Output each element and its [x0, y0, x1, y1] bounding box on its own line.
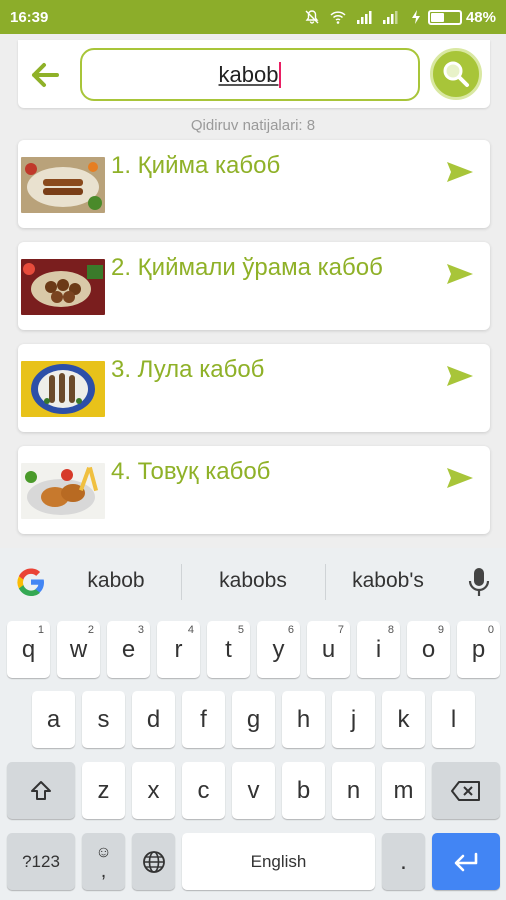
globe-icon	[142, 850, 165, 873]
battery-icon	[427, 9, 462, 25]
key-s[interactable]: s	[82, 691, 125, 748]
shift-key[interactable]	[7, 762, 75, 819]
google-icon[interactable]	[14, 565, 48, 599]
result-item[interactable]: 2. Қиймали ўрама кабоб	[18, 242, 490, 330]
signal-icon	[356, 11, 372, 24]
search-button[interactable]	[430, 48, 482, 100]
text-cursor	[279, 61, 282, 88]
key-a[interactable]: a	[32, 691, 75, 748]
suggestion-divider	[325, 564, 326, 600]
results-count-label: Qidiruv natijalari: 8	[190, 117, 316, 134]
suggestion-word[interactable]: kabob's	[336, 569, 440, 593]
key-u[interactable]: 7u	[307, 621, 350, 678]
emoji-comma-key[interactable]: ☺ ,	[82, 833, 125, 890]
suggestion-word[interactable]: kabob	[64, 569, 168, 593]
key-z[interactable]: z	[82, 762, 125, 819]
recipe-thumbnail	[21, 157, 105, 213]
key-l[interactable]: l	[432, 691, 475, 748]
battery-indicator: 48%	[408, 9, 496, 26]
emoji-icon: ☺	[95, 843, 112, 861]
result-item[interactable]: 4. Товуқ кабоб	[18, 446, 490, 534]
result-item[interactable]: 3. Лула кабоб	[18, 344, 490, 432]
search-query-text: kabob	[218, 61, 279, 87]
key-f[interactable]: f	[182, 691, 225, 748]
send-arrow-icon	[447, 468, 473, 488]
key-m[interactable]: m	[382, 762, 425, 819]
wifi-icon	[330, 11, 346, 24]
key-h[interactable]: h	[282, 691, 325, 748]
key-y[interactable]: 6y	[257, 621, 300, 678]
result-item[interactable]: 1. Қийма кабоб	[18, 140, 490, 228]
key-r[interactable]: 4r	[157, 621, 200, 678]
key-n[interactable]: n	[332, 762, 375, 819]
suggestion-strip: kabob kabobs kabob's	[0, 548, 506, 616]
recipe-thumbnail	[21, 259, 105, 315]
status-time: 16:39	[10, 8, 49, 26]
microphone-icon[interactable]	[468, 566, 490, 598]
send-arrow-icon	[447, 366, 473, 386]
soft-keyboard: kabob kabobs kabob's 1q 2w 3e 4r 5t 6y 7…	[0, 548, 506, 900]
key-v[interactable]: v	[232, 762, 275, 819]
symbols-key[interactable]: ?123	[7, 833, 75, 890]
backspace-key[interactable]	[432, 762, 500, 819]
key-o[interactable]: 9o	[407, 621, 450, 678]
key-x[interactable]: x	[132, 762, 175, 819]
key-b[interactable]: b	[282, 762, 325, 819]
key-i[interactable]: 8i	[357, 621, 400, 678]
back-arrow-icon	[32, 63, 59, 87]
charging-icon	[411, 10, 420, 24]
key-w[interactable]: 2w	[57, 621, 100, 678]
result-title: 3. Лула кабоб	[111, 356, 265, 383]
search-header: kabob	[18, 40, 490, 108]
send-arrow-icon	[447, 162, 473, 182]
suggestion-divider	[181, 564, 182, 600]
battery-percent: 48%	[465, 8, 496, 26]
search-input[interactable]: kabob	[80, 48, 420, 101]
key-p[interactable]: 0p	[457, 621, 500, 678]
result-title: 1. Қийма кабоб	[111, 152, 281, 179]
search-icon	[443, 61, 469, 87]
enter-key[interactable]	[432, 833, 500, 890]
period-key[interactable]: .	[382, 833, 425, 890]
key-g[interactable]: g	[232, 691, 275, 748]
status-bar: 16:39 48%	[0, 0, 506, 34]
key-k[interactable]: k	[382, 691, 425, 748]
suggestion-word[interactable]: kabobs	[196, 569, 310, 593]
key-t[interactable]: 5t	[207, 621, 250, 678]
key-c[interactable]: c	[182, 762, 225, 819]
key-q[interactable]: 1q	[7, 621, 50, 678]
signal-icon	[382, 11, 398, 24]
language-key[interactable]	[132, 833, 175, 890]
recipe-thumbnail	[21, 463, 105, 519]
key-j[interactable]: j	[332, 691, 375, 748]
recipe-thumbnail	[21, 361, 105, 417]
enter-icon	[454, 852, 478, 871]
back-button[interactable]	[28, 58, 62, 92]
shift-icon	[31, 780, 51, 800]
backspace-icon	[451, 780, 480, 801]
result-title: 2. Қиймали ўрама кабоб	[111, 254, 383, 281]
space-bar[interactable]: English	[182, 833, 375, 890]
send-arrow-icon	[447, 264, 473, 284]
result-title: 4. Товуқ кабоб	[111, 458, 271, 485]
key-e[interactable]: 3e	[107, 621, 150, 678]
key-d[interactable]: d	[132, 691, 175, 748]
mute-icon	[305, 10, 319, 24]
